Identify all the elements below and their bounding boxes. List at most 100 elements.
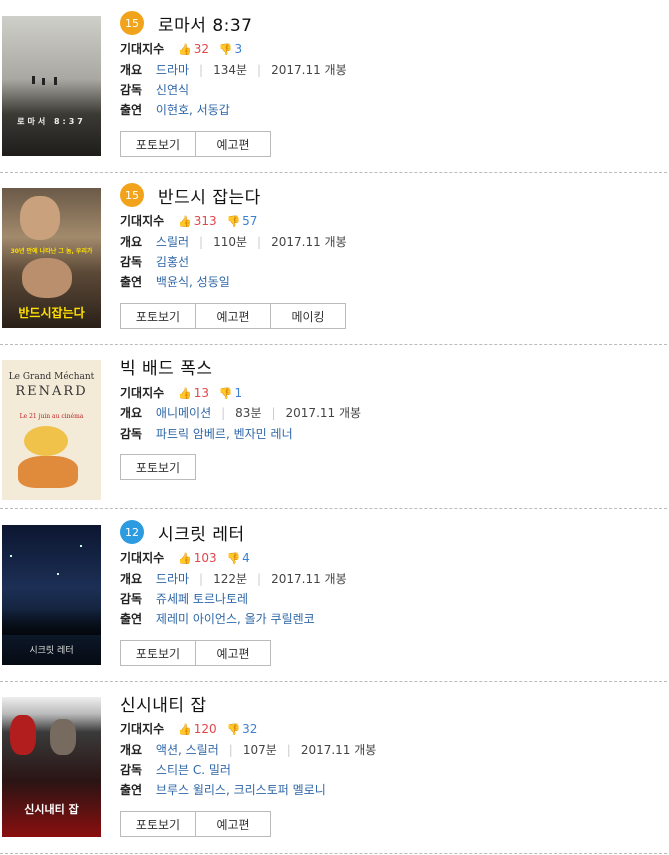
cast-label: 출연 — [120, 783, 143, 797]
poster-title: 반드시잡는다 — [18, 306, 85, 320]
cast-row: 출연 백윤식, 성동일 — [120, 273, 230, 291]
thumbs-down-icon[interactable]: 👎 — [226, 552, 240, 565]
thumbs-up-icon[interactable]: 👍 — [178, 723, 192, 736]
director-link[interactable]: 파트릭 암베르, 벤자민 레너 — [156, 427, 293, 441]
poster-title: 신시내티 잡 — [24, 803, 79, 816]
down-count: 32 — [242, 722, 258, 736]
expect-label: 기대지수 — [120, 214, 165, 228]
genre-link[interactable]: 애니메이션 — [156, 406, 211, 420]
overview-label: 개요 — [120, 743, 143, 757]
movie-poster[interactable]: 시크릿 레터 — [2, 525, 101, 665]
movie-poster[interactable]: Le Grand Méchant RENARD Le 21 juin au ci… — [2, 360, 101, 500]
photo-button[interactable]: 포토보기 — [120, 131, 196, 157]
age-rating-badge: 15 — [120, 11, 144, 35]
divider: | — [228, 743, 233, 757]
thumbs-down-icon[interactable]: 👎 — [219, 387, 233, 400]
genre-link[interactable]: 액션, 스릴러 — [156, 743, 219, 757]
down-count: 3 — [234, 42, 243, 56]
director-link[interactable]: 스티븐 C. 밀러 — [156, 763, 231, 777]
trailer-button[interactable]: 예고편 — [195, 303, 271, 329]
genre-link[interactable]: 드라마 — [156, 572, 189, 586]
thumbs-down-icon[interactable]: 👎 — [226, 215, 240, 228]
director-link[interactable]: 쥬세페 토르나토레 — [156, 592, 248, 606]
age-rating-badge: 12 — [120, 520, 144, 544]
overview-label: 개요 — [120, 235, 143, 249]
thumbs-up-icon[interactable]: 👍 — [178, 552, 192, 565]
poster-title: Le Grand Méchant — [8, 372, 95, 382]
making-button[interactable]: 메이킹 — [270, 303, 346, 329]
expect-row: 기대지수 👍 13 👎 1 — [120, 384, 242, 402]
movie-title[interactable]: 신시내티 잡 — [120, 691, 207, 716]
trailer-button[interactable]: 예고편 — [195, 640, 271, 666]
up-count: 313 — [193, 214, 217, 228]
trailer-button[interactable]: 예고편 — [195, 131, 271, 157]
movie-poster[interactable]: 30년 만에 나타난 그 놈, 우리가 반드시잡는다 — [2, 188, 101, 328]
button-group: 포토보기 예고편 — [120, 131, 271, 157]
cast-link[interactable]: 제레미 아이언스, 올가 쿠릴렌코 — [156, 612, 315, 626]
director-row: 감독 쥬세페 토르나토레 — [120, 590, 248, 608]
overview-label: 개요 — [120, 406, 143, 420]
thumbs-up-icon[interactable]: 👍 — [178, 215, 192, 228]
button-group: 포토보기 — [120, 454, 196, 480]
thumbs-up-icon[interactable]: 👍 — [178, 43, 192, 56]
up-count: 13 — [193, 386, 209, 400]
cast-label: 출연 — [120, 103, 143, 117]
thumbs-down-icon[interactable]: 👎 — [219, 43, 233, 56]
runtime: 107분 — [242, 743, 277, 757]
genre-link[interactable]: 드라마 — [156, 63, 189, 77]
thumbs-down-icon[interactable]: 👎 — [226, 723, 240, 736]
photo-button[interactable]: 포토보기 — [120, 640, 196, 666]
title-row: 빅 배드 폭스 — [120, 353, 213, 379]
button-group: 포토보기 예고편 — [120, 640, 271, 666]
poster-subtitle: 30년 만에 나타난 그 놈, 우리가 — [10, 248, 93, 255]
movie-title[interactable]: 빅 배드 폭스 — [120, 354, 213, 379]
photo-button[interactable]: 포토보기 — [120, 811, 196, 837]
cast-link[interactable]: 브루스 윌리스, 크리스토퍼 멜로니 — [156, 783, 326, 797]
runtime: 110분 — [213, 235, 248, 249]
expect-label: 기대지수 — [120, 551, 165, 565]
poster-title: 시크릿 레터 — [29, 646, 74, 656]
expect-row: 기대지수 👍 103 👎 4 — [120, 549, 250, 567]
expect-row: 기대지수 👍 32 👎 3 — [120, 40, 242, 58]
expect-label: 기대지수 — [120, 722, 165, 736]
separator — [0, 508, 667, 509]
button-group: 포토보기 예고편 메이킹 — [120, 303, 346, 329]
director-label: 감독 — [120, 763, 143, 777]
expect-label: 기대지수 — [120, 386, 165, 400]
expect-row: 기대지수 👍 313 👎 57 — [120, 212, 257, 230]
photo-button[interactable]: 포토보기 — [120, 454, 196, 480]
movie-poster[interactable]: 신시내티 잡 — [2, 697, 101, 837]
runtime: 122분 — [213, 572, 248, 586]
director-row: 감독 김홍선 — [120, 253, 189, 271]
title-row: 신시내티 잡 — [120, 690, 207, 716]
overview-row: 개요 스릴러 | 110분 | 2017.11 개봉 — [120, 233, 347, 251]
age-rating-badge: 15 — [120, 183, 144, 207]
divider: | — [271, 406, 276, 420]
divider: | — [257, 235, 262, 249]
overview-label: 개요 — [120, 572, 143, 586]
release-date: 2017.11 개봉 — [271, 572, 347, 586]
cast-link[interactable]: 이현호, 서동갑 — [156, 103, 230, 117]
movie-poster[interactable]: 로마서 8:37 — [2, 16, 101, 156]
poster-title: 로마서 8:37 — [17, 117, 86, 126]
photo-button[interactable]: 포토보기 — [120, 303, 196, 329]
up-count: 120 — [193, 722, 217, 736]
overview-label: 개요 — [120, 63, 143, 77]
poster-note: Le 21 juin au cinéma — [19, 413, 84, 420]
genre-link[interactable]: 스릴러 — [156, 235, 189, 249]
movie-title[interactable]: 반드시 잡는다 — [158, 183, 261, 208]
movie-title[interactable]: 로마서 8:37 — [158, 11, 253, 36]
trailer-button[interactable]: 예고편 — [195, 811, 271, 837]
thumbs-up-icon[interactable]: 👍 — [178, 387, 192, 400]
cast-link[interactable]: 백윤식, 성동일 — [156, 275, 230, 289]
overview-row: 개요 드라마 | 122분 | 2017.11 개봉 — [120, 570, 347, 588]
title-row: 12 시크릿 레터 — [120, 519, 245, 545]
title-row: 15 반드시 잡는다 — [120, 182, 261, 208]
movie-title[interactable]: 시크릿 레터 — [158, 520, 245, 545]
director-link[interactable]: 김홍선 — [156, 255, 189, 269]
separator — [0, 344, 667, 345]
divider: | — [286, 743, 291, 757]
director-link[interactable]: 신연식 — [156, 83, 189, 97]
overview-row: 개요 애니메이션 | 83분 | 2017.11 개봉 — [120, 404, 361, 422]
release-date: 2017.11 개봉 — [271, 235, 347, 249]
